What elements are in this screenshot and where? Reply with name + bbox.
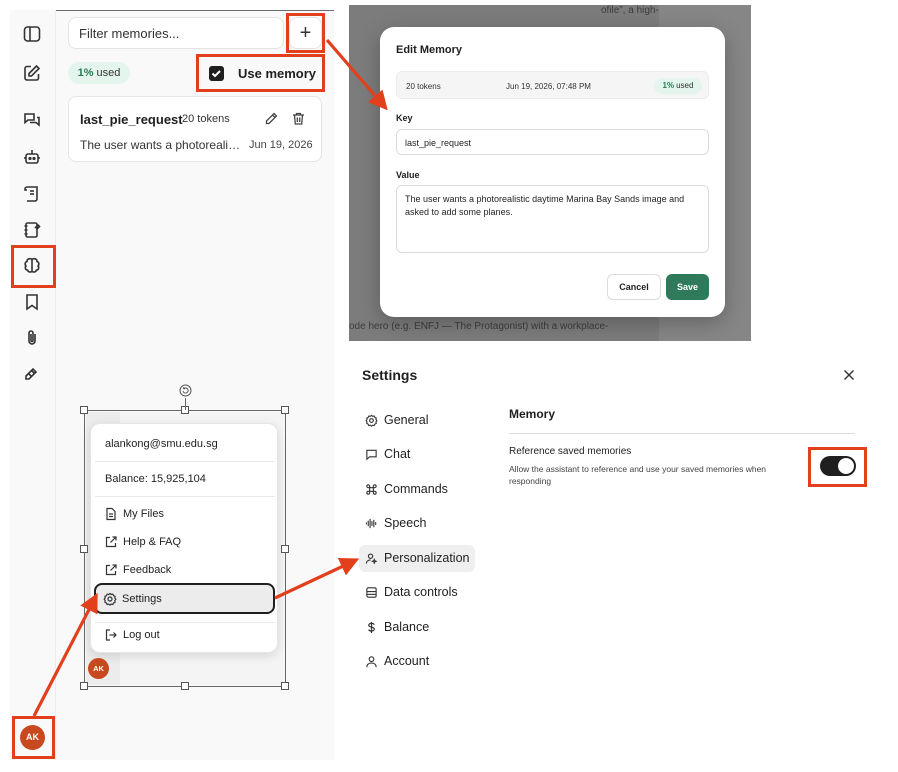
arrow-to-user-menu	[32, 592, 98, 717]
arrow-to-personalization	[274, 558, 360, 600]
arrow-to-edit-memory	[325, 38, 388, 111]
annotation-arrows	[32, 38, 388, 717]
